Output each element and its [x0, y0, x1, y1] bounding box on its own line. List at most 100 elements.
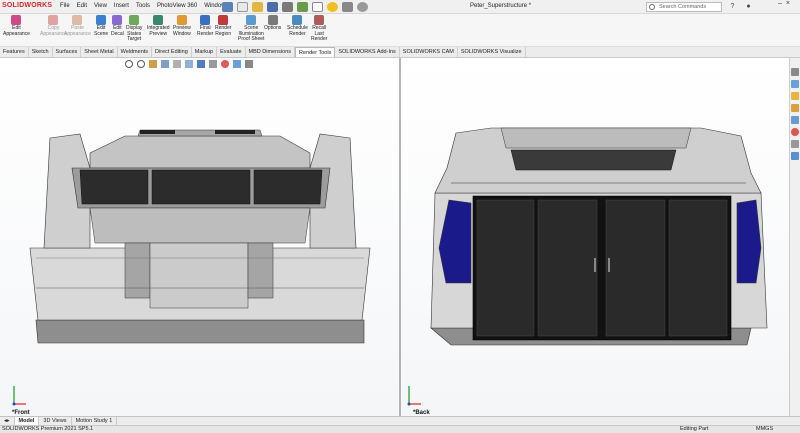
zoom-to-fit-icon[interactable] [125, 60, 133, 68]
file-explorer-icon[interactable] [791, 104, 799, 112]
ribbon-icon [11, 15, 22, 25]
ribbon-icon [200, 15, 211, 25]
task-pane [789, 58, 800, 416]
menu-item-photoview-360[interactable]: PhotoView 360 [157, 3, 197, 9]
open-icon[interactable] [252, 2, 263, 12]
ribbon-icon [176, 15, 187, 25]
tab-surfaces[interactable]: Surfaces [53, 47, 82, 57]
tab-solidworks-visualize[interactable]: SOLIDWORKS Visualize [458, 47, 526, 57]
tab-solidworks-cam[interactable]: SOLIDWORKS CAM [400, 47, 458, 57]
triad-icon [407, 386, 421, 406]
close-icon[interactable]: × [786, 0, 790, 7]
display-style-icon[interactable] [197, 60, 205, 68]
forum-icon[interactable] [791, 152, 799, 160]
section-view-icon[interactable] [161, 60, 169, 68]
tab-weldments[interactable]: Weldments [118, 47, 153, 57]
ribbon-button-recall-last-render[interactable]: Recall Last Render [311, 15, 327, 43]
home-icon[interactable] [222, 2, 233, 12]
tab-sketch[interactable]: Sketch [29, 47, 53, 57]
design-library-icon[interactable] [791, 92, 799, 100]
view-orientation-icon[interactable] [185, 60, 193, 68]
save-icon[interactable] [267, 2, 278, 12]
ribbon-button-edit-decal[interactable]: Edit Decal [111, 15, 124, 37]
ribbon-button-preview-window[interactable]: Preview Window [173, 15, 191, 37]
tab-evaluate[interactable]: Evaluate [217, 47, 246, 57]
menu-item-tools[interactable]: Tools [136, 3, 150, 9]
ribbon-button-schedule-render[interactable]: Schedule Render [287, 15, 308, 37]
ribbon-button-edit-appearance[interactable]: Edit Appearance [3, 15, 30, 37]
ribbon-label: Paste Appearance [64, 25, 91, 37]
ribbon-label: Edit Scene [94, 25, 109, 37]
search-input[interactable]: Search Commands [646, 2, 722, 12]
search-icon [649, 4, 655, 10]
ribbon-icon [48, 15, 59, 25]
ribbon-button-edit-scene[interactable]: Edit Scene [94, 15, 108, 37]
file-properties-icon[interactable] [342, 2, 353, 12]
ribbon-label: Display States Target [126, 25, 143, 43]
status-product: SOLIDWORKS Premium 2021 SP5.1 [2, 426, 94, 432]
home-icon[interactable] [791, 68, 799, 76]
tab-mbd-dimensions[interactable]: MBD Dimensions [246, 47, 295, 57]
menu-bar: File Edit View Insert Tools PhotoView 360 Wind… [60, 3, 226, 9]
ribbon-button-display-states-target[interactable]: Display States Target [126, 15, 142, 43]
select-icon[interactable] [312, 2, 323, 12]
resources-icon[interactable] [791, 80, 799, 88]
ribbon-button-options[interactable]: Options [264, 15, 281, 32]
new-icon[interactable] [237, 2, 248, 12]
ribbon-button-scene-illumination-proof-sheet[interactable]: Scene Illumination Proof Sheet [238, 15, 264, 43]
menu-item-edit[interactable]: Edit [77, 3, 87, 9]
rebuild-icon[interactable] [327, 2, 338, 12]
back-view-model[interactable] [401, 58, 789, 416]
heads-up-view-toolbar [125, 60, 253, 68]
ribbon-button-render-region[interactable]: Render Region [215, 15, 231, 37]
bottom-tab-3d-views[interactable]: 3D Views [39, 417, 72, 425]
ribbon-icon [218, 15, 229, 25]
viewport-back[interactable]: *Back [401, 58, 789, 416]
ribbon-button-integrated-preview[interactable]: Integrated Preview [147, 15, 170, 37]
options-gear-icon[interactable] [357, 2, 368, 12]
tab-markup[interactable]: Markup [192, 47, 218, 57]
window-controls: – × [778, 0, 790, 7]
viewport-front[interactable]: *Front [0, 58, 399, 416]
menu-item-file[interactable]: File [60, 3, 70, 9]
zoom-area-icon[interactable] [137, 60, 145, 68]
tab-sheet-metal[interactable]: Sheet Metal [81, 47, 118, 57]
previous-view-icon[interactable] [149, 60, 157, 68]
tab-direct-editing[interactable]: Direct Editing [152, 47, 192, 57]
ribbon-label: Edit Decal [111, 25, 124, 37]
tab-solidworks-add-ins[interactable]: SOLIDWORKS Add-Ins [335, 47, 400, 57]
user-icon[interactable]: ● [744, 2, 753, 11]
ribbon-button-final-render[interactable]: Final Render [197, 15, 213, 37]
apply-scene-icon[interactable] [233, 60, 241, 68]
bottom-tab-model[interactable]: Model [14, 417, 40, 425]
tab-features[interactable]: Features [0, 47, 29, 57]
view-settings-icon[interactable] [245, 60, 253, 68]
status-bar: SOLIDWORKS Premium 2021 SP5.1 Editing Pa… [0, 425, 800, 433]
help-icon[interactable]: ? [728, 2, 737, 11]
ribbon-icon [96, 15, 107, 25]
minimize-icon[interactable]: – [778, 0, 782, 7]
undo-icon[interactable] [297, 2, 308, 12]
ribbon-icon [153, 15, 164, 25]
edit-appearance-icon[interactable] [221, 60, 229, 68]
solidworks-logo[interactable]: SOLIDWORKS [2, 2, 52, 9]
ribbon-button-copy-appearance[interactable]: Copy Appearance [40, 15, 67, 37]
hide-show-items-icon[interactable] [209, 60, 217, 68]
custom-properties-icon[interactable] [791, 140, 799, 148]
bottom-tab-motion-study-1[interactable]: Motion Study 1 [72, 417, 118, 425]
print-icon[interactable] [282, 2, 293, 12]
ribbon-icon [314, 15, 325, 25]
view-palette-icon[interactable] [791, 116, 799, 124]
menu-item-insert[interactable]: Insert [114, 3, 129, 9]
quick-access-toolbar [222, 2, 368, 12]
ribbon-button-paste-appearance[interactable]: Paste Appearance [64, 15, 91, 37]
tab-render-tools[interactable]: Render Tools [295, 47, 336, 57]
status-units[interactable]: MMGS [756, 426, 773, 433]
tab-scroll-arrows[interactable]: ◂▸ [0, 417, 15, 425]
appearances-icon[interactable] [791, 128, 799, 136]
dynamic-annotation-icon[interactable] [173, 60, 181, 68]
front-view-model[interactable] [0, 58, 399, 416]
ribbon-label: Options [264, 25, 282, 31]
menu-item-view[interactable]: View [94, 3, 107, 9]
triad-icon [12, 386, 26, 406]
